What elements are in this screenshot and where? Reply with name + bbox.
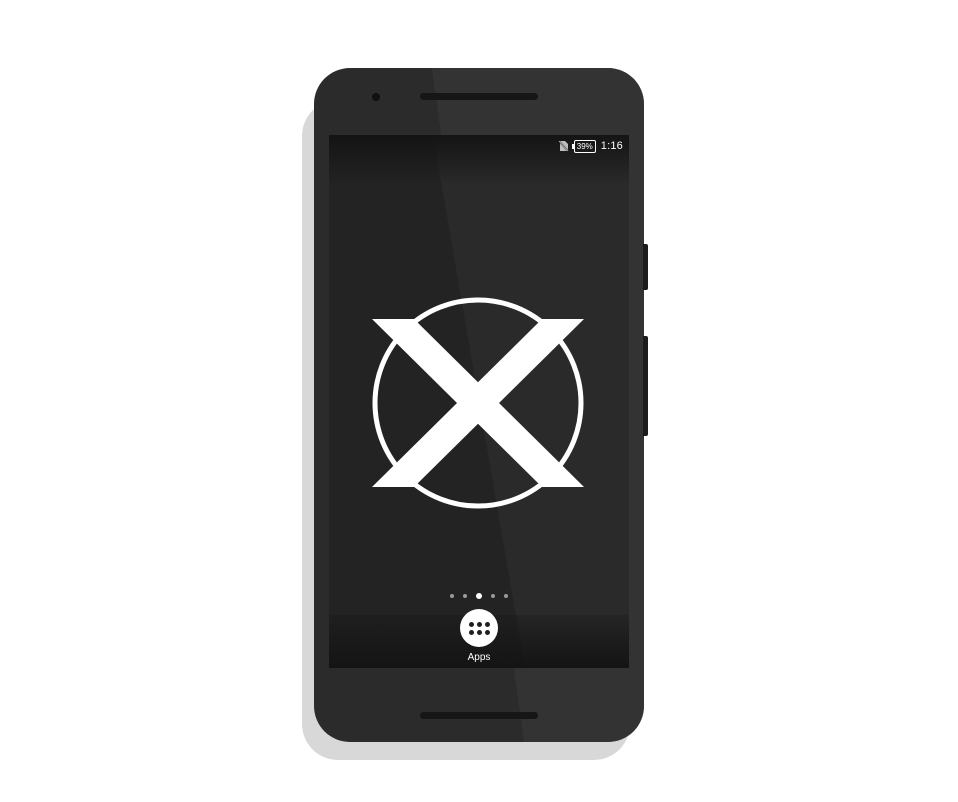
battery-level: 39%	[576, 141, 593, 151]
phone-screen: 39% 1:16 Apps	[329, 135, 629, 668]
app-grid-icon	[476, 629, 482, 635]
app-grid-icon	[484, 621, 490, 627]
app-grid-icon	[468, 621, 474, 627]
app-grid-icon	[476, 621, 482, 627]
battery-indicator: 39%	[571, 139, 596, 153]
page-dot[interactable]	[491, 594, 495, 598]
page-dot[interactable]	[463, 594, 467, 598]
page-dot[interactable]	[450, 594, 454, 598]
page-dot[interactable]	[504, 594, 508, 598]
bottom-speaker	[420, 712, 538, 719]
page-indicator	[329, 593, 629, 599]
page-dot-active[interactable]	[476, 593, 482, 599]
power-button[interactable]	[643, 244, 648, 290]
app-drawer-button[interactable]	[460, 609, 498, 647]
front-camera	[372, 93, 380, 101]
app-grid-icon	[484, 629, 490, 635]
volume-button[interactable]	[643, 336, 648, 436]
app-grid-icon	[468, 629, 474, 635]
earpiece-speaker	[420, 93, 538, 100]
no-sim-icon	[558, 140, 569, 152]
status-clock: 1:16	[600, 140, 623, 152]
apps-label: Apps	[467, 652, 491, 663]
x-circle-logo-icon	[372, 297, 584, 509]
status-bar: 39% 1:16	[558, 138, 623, 154]
